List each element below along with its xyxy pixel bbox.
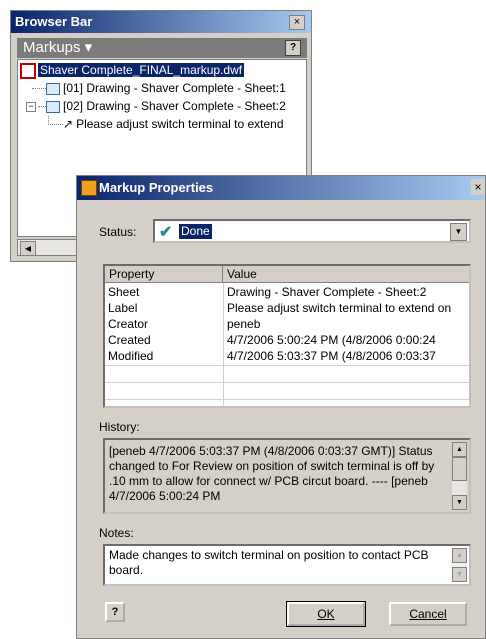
help-icon[interactable]: ?: [285, 40, 301, 56]
browser-bar-titlebar[interactable]: Browser Bar ×: [11, 11, 311, 33]
tree-item-label: Shaver Complete_FINAL_markup.dwf: [38, 63, 245, 77]
markup-properties-icon: [81, 180, 97, 196]
column-header-property[interactable]: Property: [105, 266, 223, 283]
dialog-titlebar[interactable]: Markup Properties ×: [77, 176, 485, 200]
history-scrollbar[interactable]: ▲ ▼: [452, 442, 467, 510]
history-textarea[interactable]: [peneb 4/7/2006 5:03:37 PM (4/8/2006 0:0…: [103, 438, 471, 514]
sheet-icon: [46, 100, 60, 113]
tree-item-sheet-1[interactable]: [01] Drawing - Shaver Complete - Sheet:1: [32, 80, 286, 96]
help-button[interactable]: ?: [105, 602, 125, 622]
notes-textarea[interactable]: Made changes to switch terminal on posit…: [103, 544, 471, 586]
close-icon[interactable]: ×: [471, 179, 485, 195]
collapse-icon[interactable]: −: [26, 101, 36, 112]
scroll-up-icon[interactable]: ▲: [452, 442, 467, 457]
tree-item-sheet-2[interactable]: − [02] Drawing - Shaver Complete - Sheet:…: [26, 98, 286, 114]
table-cell-property: Label: [108, 301, 138, 315]
notes-label: Notes:: [99, 526, 134, 540]
scroll-down-icon[interactable]: ▼: [452, 567, 467, 582]
markup-arrow-icon: ↗: [63, 117, 74, 131]
checkmark-icon: ✔: [159, 224, 173, 241]
close-icon[interactable]: ×: [289, 15, 305, 30]
table-cell-property: Sheet: [108, 285, 140, 299]
cancel-button[interactable]: Cancel: [389, 602, 467, 626]
markups-dropdown[interactable]: Markups ▾ ?: [17, 38, 307, 58]
cancel-label: Cancel: [409, 607, 447, 621]
markups-label: Markups ▾: [23, 39, 93, 56]
table-cell-value: Drawing - Shaver Complete - Sheet:2: [227, 285, 427, 299]
table-cell-value: 4/7/2006 5:03:37 PM (4/8/2006 0:03:37: [227, 349, 436, 363]
history-label: History:: [99, 420, 140, 434]
scroll-down-icon[interactable]: ▼: [452, 495, 467, 510]
notes-text: Made changes to switch terminal on posit…: [109, 548, 429, 577]
table-cell-property: Creator: [108, 317, 149, 331]
tree-item-label: Please adjust switch terminal to extend: [76, 117, 284, 131]
ok-label: OK: [317, 607, 335, 621]
table-cell-value: peneb: [227, 317, 261, 331]
table-cell-property: Modified: [108, 349, 154, 363]
scroll-left-icon[interactable]: ◀: [20, 241, 36, 256]
table-cell-property: Created: [108, 333, 151, 347]
status-label: Status:: [99, 225, 137, 239]
browser-bar-title: Browser Bar: [15, 14, 93, 29]
tree-item-markup[interactable]: ↗ Please adjust switch terminal to extend: [48, 116, 284, 132]
column-header-value[interactable]: Value: [223, 266, 469, 283]
markup-properties-dialog: Markup Properties × Status: ✔ Done ▼ Pro…: [76, 175, 486, 639]
dialog-title: Markup Properties: [99, 180, 214, 195]
status-select[interactable]: ✔ Done ▼: [153, 219, 471, 243]
dwf-document-icon: [20, 62, 36, 79]
scroll-thumb[interactable]: [452, 457, 467, 481]
tree-item-dwf-file[interactable]: Shaver Complete_FINAL_markup.dwf: [20, 62, 245, 79]
sheet-icon: [46, 82, 60, 95]
tree-item-label: [01] Drawing - Shaver Complete - Sheet:1: [63, 81, 286, 95]
scroll-up-icon[interactable]: ▲: [452, 548, 467, 563]
table-cell-value: 4/7/2006 5:00:24 PM (4/8/2006 0:00:24: [227, 333, 436, 347]
notes-scrollbar[interactable]: ▲ ▼: [452, 548, 467, 582]
status-value: Done: [179, 224, 212, 239]
table-cell-value: Please adjust switch terminal to extend …: [227, 301, 452, 315]
properties-table: Property Value Sheet Drawing - Shaver Co…: [103, 264, 471, 408]
ok-button[interactable]: OK: [286, 601, 366, 627]
tree-item-label: [02] Drawing - Shaver Complete - Sheet:2: [63, 99, 286, 113]
chevron-down-icon[interactable]: ▼: [450, 223, 467, 241]
history-text: [peneb 4/7/2006 5:03:37 PM (4/8/2006 0:0…: [109, 444, 435, 503]
